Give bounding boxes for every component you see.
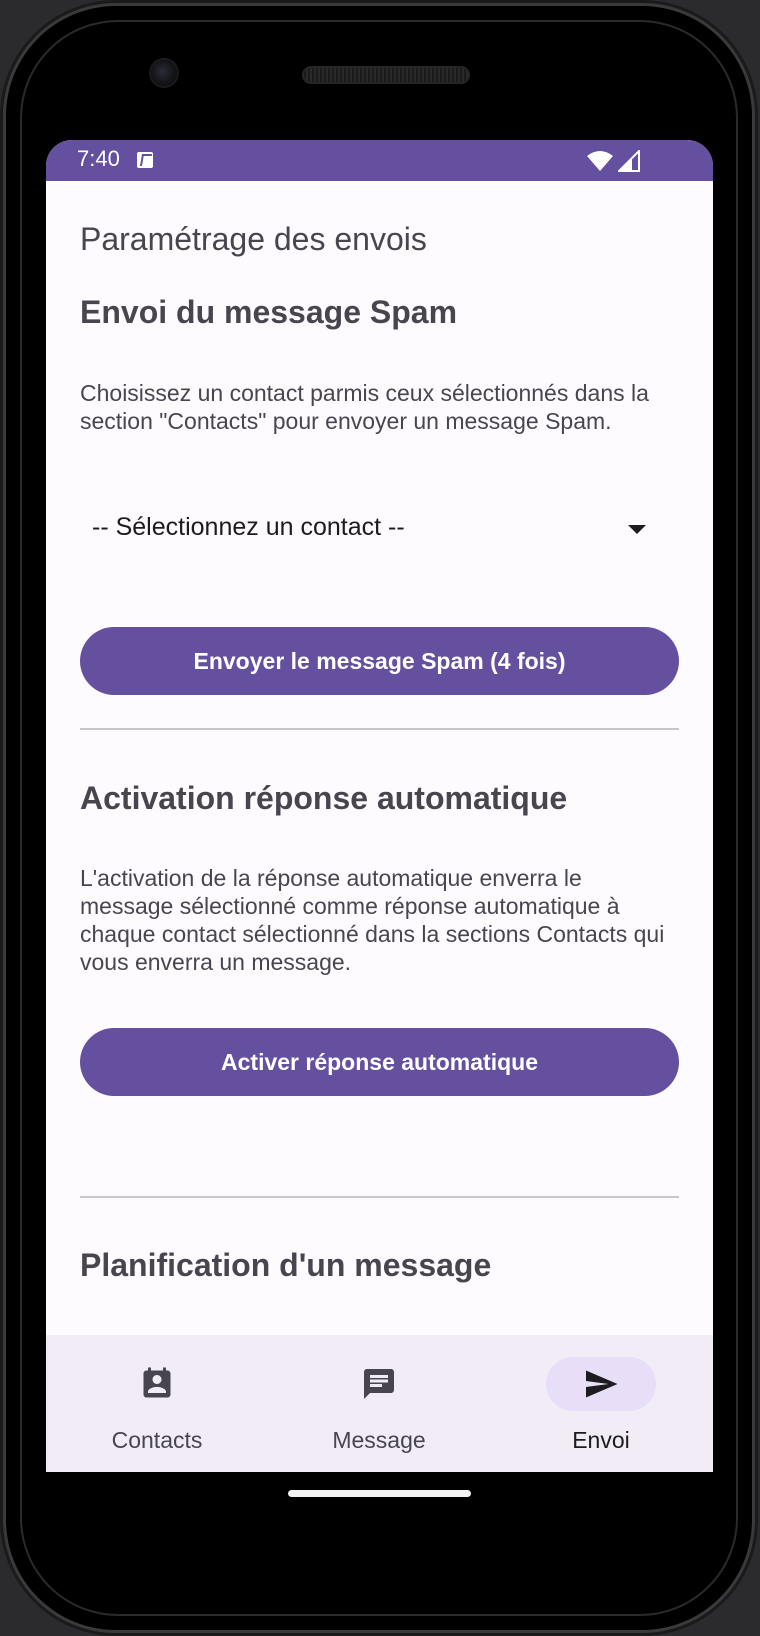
nav-item-envoi[interactable]: Envoi <box>490 1335 712 1472</box>
status-time: 7:40 <box>77 146 120 171</box>
auto-reply-section-heading: Activation réponse automatique <box>80 780 568 816</box>
message-bubble-icon <box>364 1369 394 1399</box>
schedule-section-heading: Planification d'un message <box>80 1247 492 1283</box>
send-spam-button[interactable]: Envoyer le message Spam (4 fois) <box>80 627 679 695</box>
front-camera <box>151 60 177 86</box>
home-gesture-bar[interactable] <box>288 1490 471 1497</box>
contact-card-icon <box>143 1367 171 1398</box>
signal-icon <box>618 150 640 172</box>
bottom-navigation: Contacts Message Envoi <box>46 1335 713 1472</box>
earpiece-speaker <box>302 66 470 84</box>
auto-reply-section-description: L'activation de la réponse automatique e… <box>80 865 665 975</box>
nav-icon-container <box>102 1357 212 1411</box>
spam-section-description: Choisissez un contact parmis ceux sélect… <box>80 380 649 434</box>
nav-item-contacts[interactable]: Contacts <box>46 1335 268 1472</box>
nav-active-indicator <box>546 1357 656 1411</box>
contact-select-value: -- Sélectionnez un contact -- <box>92 513 405 541</box>
wifi-icon <box>587 151 613 171</box>
spam-section-heading: Envoi du message Spam <box>80 294 458 330</box>
status-bar: 7:40 <box>46 140 713 181</box>
activate-auto-reply-button[interactable]: Activer réponse automatique <box>80 1028 679 1096</box>
section-divider <box>80 728 679 730</box>
send-icon <box>586 1370 618 1398</box>
app-screen: 7:40 Paramétrage des envois Envoi du mes… <box>46 140 713 1472</box>
dropdown-arrow-icon <box>628 525 646 534</box>
nav-label-message: Message <box>332 1427 426 1453</box>
nav-item-message[interactable]: Message <box>268 1335 490 1472</box>
page-title: Paramétrage des envois <box>80 221 427 257</box>
android-notification-icon <box>137 152 153 168</box>
nav-label-contacts: Contacts <box>111 1427 203 1453</box>
settings-scroll-content[interactable]: Paramétrage des envois Envoi du message … <box>46 181 713 1343</box>
contact-select[interactable]: -- Sélectionnez un contact -- <box>80 499 646 555</box>
nav-icon-container <box>324 1357 434 1411</box>
section-divider <box>80 1196 679 1198</box>
nav-label-envoi: Envoi <box>572 1427 630 1453</box>
